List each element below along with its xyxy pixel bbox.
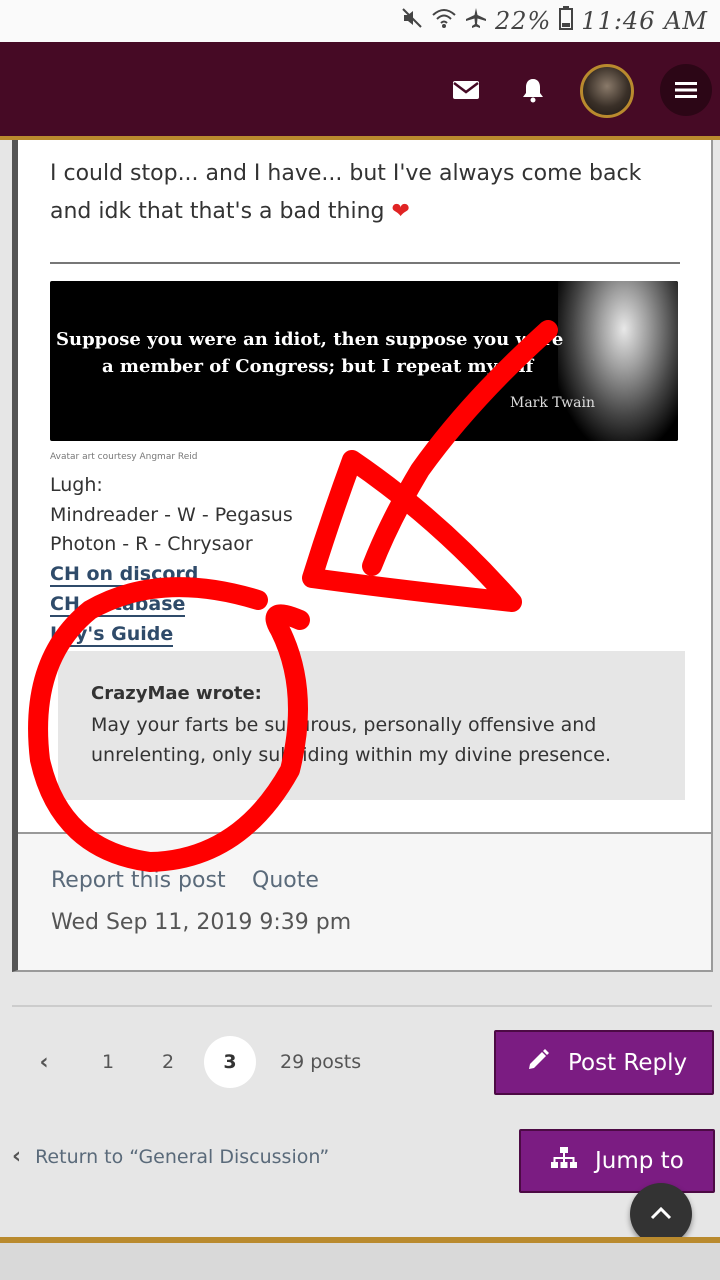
signature-link-discord[interactable]: CH on discord	[50, 563, 199, 587]
current-page: 3	[204, 1036, 256, 1088]
page-2-link[interactable]: 2	[150, 1036, 186, 1088]
airplane-icon	[465, 7, 487, 35]
previous-page-button[interactable]: ‹	[26, 1036, 62, 1088]
signature-line: Lugh:	[50, 474, 103, 496]
post-reply-button[interactable]: Post Reply	[494, 1030, 714, 1095]
avatar-credit: Avatar art courtesy Angmar Reid	[50, 452, 198, 462]
mute-icon	[401, 7, 423, 35]
post-footer: Report this post Quote Wed Sep 11, 2019 …	[18, 832, 711, 970]
chevron-up-icon	[650, 1205, 672, 1224]
heart-emoji: ❤	[391, 199, 410, 224]
signature-link-database[interactable]: CH database	[50, 593, 186, 617]
quote-image-line1: Suppose you were an idiot, then suppose …	[56, 329, 564, 350]
post-content: I could stop... and I have... but I've a…	[50, 155, 680, 231]
jump-to-label: Jump to	[595, 1148, 684, 1174]
clock: 11:46 AM	[581, 7, 708, 35]
battery-icon	[559, 6, 574, 36]
quoted-message: CrazyMae wrote: May your farts be sulfur…	[58, 651, 685, 800]
post-reply-label: Post Reply	[568, 1049, 688, 1076]
mark-twain-portrait	[558, 281, 678, 441]
site-header	[0, 42, 720, 140]
signature-line: Photon - R - Chrysaor	[50, 533, 253, 555]
quote-image-line2: a member of Congress; but I repeat mysel…	[102, 356, 534, 377]
jump-to-button[interactable]: Jump to	[519, 1129, 715, 1193]
pagination-divider	[12, 1005, 712, 1007]
bell-icon[interactable]	[507, 64, 559, 116]
return-link-label: Return to “General Discussion”	[35, 1145, 330, 1168]
quote-author: CrazyMae wrote:	[91, 683, 262, 704]
page-1-link[interactable]: 1	[90, 1036, 126, 1088]
chevron-left-icon: ‹	[12, 1144, 22, 1169]
mail-icon[interactable]	[440, 64, 492, 116]
signature-quote-image: Suppose you were an idiot, then suppose …	[50, 281, 678, 441]
status-bar: 22% 11:46 AM	[0, 0, 720, 42]
wifi-icon	[431, 7, 457, 35]
pencil-icon	[526, 1048, 550, 1078]
return-to-forum-link[interactable]: ‹ Return to “General Discussion”	[12, 1144, 329, 1169]
battery-percent: 22%	[494, 7, 552, 35]
signature-link-guide[interactable]: Ley's Guide	[50, 623, 174, 647]
forum-post: I could stop... and I have... but I've a…	[12, 140, 713, 972]
avatar[interactable]	[580, 64, 634, 118]
bottom-bar	[0, 1237, 720, 1280]
quote-image-author: Mark Twain	[510, 395, 595, 411]
post-date: Wed Sep 11, 2019 9:39 pm	[51, 910, 352, 935]
scroll-to-top-button[interactable]	[630, 1183, 692, 1245]
report-post-link[interactable]: Report this post	[51, 868, 226, 893]
post-count: 29 posts	[280, 1051, 362, 1073]
signature-line: Mindreader - W - Pegasus	[50, 504, 293, 526]
sitemap-icon	[551, 1147, 577, 1175]
quote-post-link[interactable]: Quote	[252, 868, 319, 893]
quote-text: May your farts be sulfurous, personally …	[91, 714, 612, 766]
hamburger-menu-icon[interactable]	[660, 64, 712, 116]
signature-divider	[50, 262, 680, 264]
post-text: I could stop... and I have... but I've a…	[50, 161, 642, 224]
